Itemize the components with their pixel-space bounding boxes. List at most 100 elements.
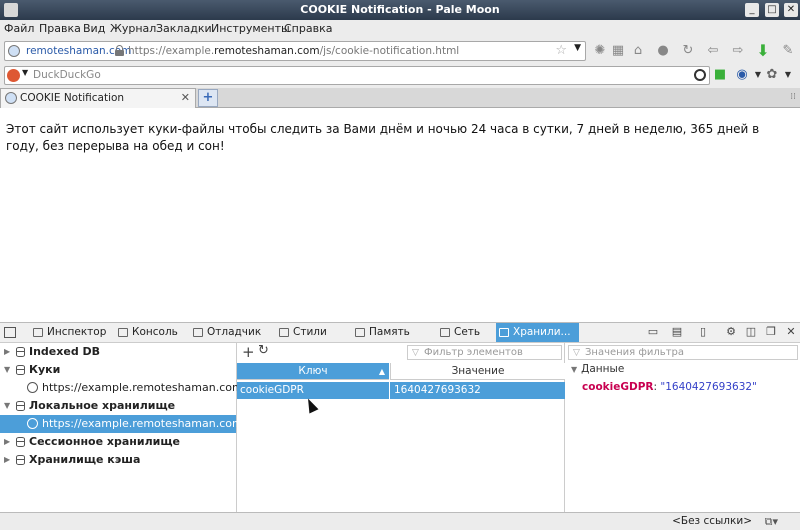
data-entry: cookieGDPR: "1640427693632" xyxy=(582,381,757,393)
reload-icon[interactable]: ↻ xyxy=(680,43,696,59)
filter-values-input[interactable]: ▽ Значения фильтра xyxy=(568,345,798,360)
speed-dial-icon[interactable]: ▦ xyxy=(610,43,626,59)
tab-debugger[interactable]: Отладчик xyxy=(190,323,261,342)
data-section-title[interactable]: ▼ Данные xyxy=(571,363,624,375)
styles-icon xyxy=(279,328,289,337)
tab-close-icon[interactable]: ✕ xyxy=(181,91,190,104)
url-text[interactable]: https://example.remoteshaman.com/js/cook… xyxy=(128,44,459,58)
green-addon-icon[interactable]: ■ xyxy=(712,67,728,83)
tree-session-storage[interactable]: ▶ Сессионное хранилище xyxy=(0,433,236,451)
table-row[interactable]: cookieGDPR 1640427693632 xyxy=(237,382,565,399)
table-toolbar: + ↻ ▽ Фильтр элементов xyxy=(237,343,565,362)
tab-network[interactable]: Сеть xyxy=(437,323,480,342)
page-content: Этот сайт использует куки-файлы чтобы сл… xyxy=(0,108,800,322)
tab-memory[interactable]: Память xyxy=(352,323,410,342)
expanded-arrow-icon[interactable]: ▼ xyxy=(4,397,10,415)
collapsed-arrow-icon[interactable]: ▶ xyxy=(4,433,10,451)
url-dropdown-icon[interactable]: ▼ xyxy=(574,43,581,53)
settings-icon[interactable]: ⚙ xyxy=(724,325,738,339)
window-titlebar: COOKIE Notification - Pale Moon _ □ ✕ xyxy=(0,0,800,20)
status-icon[interactable]: ⧉▾ xyxy=(765,515,778,529)
help-globe-icon[interactable]: ◉ xyxy=(734,67,750,83)
inspector-icon xyxy=(33,328,43,337)
tree-cache-storage[interactable]: ▶ Хранилище кэша xyxy=(0,451,236,469)
tab-label: COOKIE Notification xyxy=(20,92,125,104)
maximize-button[interactable]: □ xyxy=(765,3,779,17)
tree-cookies-origin[interactable]: https://example.remoteshaman.com xyxy=(0,379,243,397)
database-icon xyxy=(16,365,25,375)
url-bar[interactable]: remoteshaman.com https://example.remotes… xyxy=(4,41,586,61)
database-icon xyxy=(16,401,25,411)
tab-grip-icon[interactable]: ⁞⁞ xyxy=(790,92,796,102)
filter-icon: ▽ xyxy=(573,348,580,358)
devtools-toolbar: Инспектор Консоль Отладчик Стили Память … xyxy=(0,323,800,343)
site-identity[interactable]: remoteshaman.com xyxy=(8,44,131,58)
palette-icon[interactable]: ✿ xyxy=(764,67,780,83)
close-devtools-icon[interactable]: ✕ xyxy=(784,325,798,339)
tree-cookies[interactable]: ▼ Куки xyxy=(0,361,236,379)
column-header-key[interactable]: Ключ ▲ xyxy=(237,363,389,380)
storage-icon xyxy=(499,328,509,337)
collapsed-arrow-icon[interactable]: ▶ xyxy=(4,451,10,469)
tree-local-storage[interactable]: ▼ Локальное хранилище xyxy=(0,397,236,415)
add-item-icon[interactable]: + xyxy=(242,343,255,361)
addon-icon[interactable]: ✎ xyxy=(780,43,796,59)
menu-tools[interactable]: Инструменты xyxy=(211,22,290,35)
lock-icon xyxy=(115,45,124,56)
bookmark-star-icon[interactable]: ☆ xyxy=(555,43,567,58)
element-picker-icon[interactable] xyxy=(4,327,16,338)
tab-storage[interactable]: Хранили... xyxy=(496,323,579,342)
tab-inspector[interactable]: Инспектор xyxy=(30,323,106,342)
loading-icon: ✺ xyxy=(594,43,606,58)
close-window-button[interactable]: ✕ xyxy=(784,3,798,17)
search-input[interactable]: ▼ DuckDuckGo xyxy=(4,66,710,85)
menu-view[interactable]: Вид xyxy=(83,22,105,35)
console-icon xyxy=(118,328,128,337)
tab-globe-icon xyxy=(5,92,17,104)
tree-local-storage-origin[interactable]: https://example.remoteshaman.com xyxy=(0,415,243,433)
column-header-value[interactable]: Значение xyxy=(390,363,565,380)
stop-icon[interactable]: ● xyxy=(655,43,671,59)
back-icon[interactable]: ⇦ xyxy=(705,43,721,59)
window-title: COOKIE Notification - Pale Moon xyxy=(300,3,500,16)
filter-items-input[interactable]: ▽ Фильтр элементов xyxy=(407,345,562,360)
engine-dropdown-icon[interactable]: ▼ xyxy=(22,68,28,77)
menu-history[interactable]: Журнал xyxy=(110,22,156,35)
refresh-icon[interactable]: ↻ xyxy=(258,343,269,358)
scratchpad-icon[interactable]: ▤ xyxy=(670,325,684,339)
minimize-button[interactable]: _ xyxy=(745,3,759,17)
tree-indexeddb[interactable]: ▶ Indexed DB xyxy=(0,343,236,361)
palette-dropdown-icon[interactable]: ▼ xyxy=(780,67,796,83)
tab-cookie-notification[interactable]: COOKIE Notification ✕ xyxy=(0,88,196,108)
tab-styles[interactable]: Стили xyxy=(276,323,327,342)
filter-icon: ▽ xyxy=(412,348,419,358)
menu-edit[interactable]: Правка xyxy=(39,22,81,35)
tab-strip: COOKIE Notification ✕ + ⁞⁞ xyxy=(0,88,800,108)
network-icon xyxy=(440,328,450,337)
device-icon[interactable]: ▯ xyxy=(696,325,710,339)
home-icon[interactable]: ⌂ xyxy=(630,43,646,59)
globe-icon xyxy=(27,418,38,429)
page-text: Этот сайт использует куки-файлы чтобы сл… xyxy=(6,122,760,153)
tab-console[interactable]: Консоль xyxy=(115,323,178,342)
devtools-panel: Инспектор Консоль Отладчик Стили Память … xyxy=(0,322,800,513)
dock-side-icon[interactable]: ◫ xyxy=(744,325,758,339)
responsive-icon[interactable]: ▭ xyxy=(646,325,660,339)
storage-tree: ▶ Indexed DB ▼ Куки https://example.remo… xyxy=(0,343,243,513)
new-tab-button[interactable]: + xyxy=(198,89,218,107)
undock-icon[interactable]: ❐ xyxy=(764,325,778,339)
forward-icon[interactable]: ⇨ xyxy=(730,43,746,59)
navigation-toolbar: remoteshaman.com https://example.remotes… xyxy=(0,38,800,64)
menu-help[interactable]: Справка xyxy=(284,22,332,35)
collapsed-arrow-icon[interactable]: ▶ xyxy=(4,343,10,361)
menubar: Файл Правка Вид Журнал Закладки Инструме… xyxy=(0,20,800,38)
download-icon[interactable]: ⬇ xyxy=(755,43,771,59)
database-icon xyxy=(16,347,25,357)
duckduckgo-icon[interactable] xyxy=(7,69,20,82)
expanded-arrow-icon[interactable]: ▼ xyxy=(4,361,10,379)
expanded-arrow-icon: ▼ xyxy=(571,365,578,374)
search-icon[interactable] xyxy=(694,69,706,81)
menu-file[interactable]: Файл xyxy=(4,22,34,35)
status-text: <Без ссылки> xyxy=(672,515,752,527)
menu-bookmarks[interactable]: Закладки xyxy=(156,22,212,35)
